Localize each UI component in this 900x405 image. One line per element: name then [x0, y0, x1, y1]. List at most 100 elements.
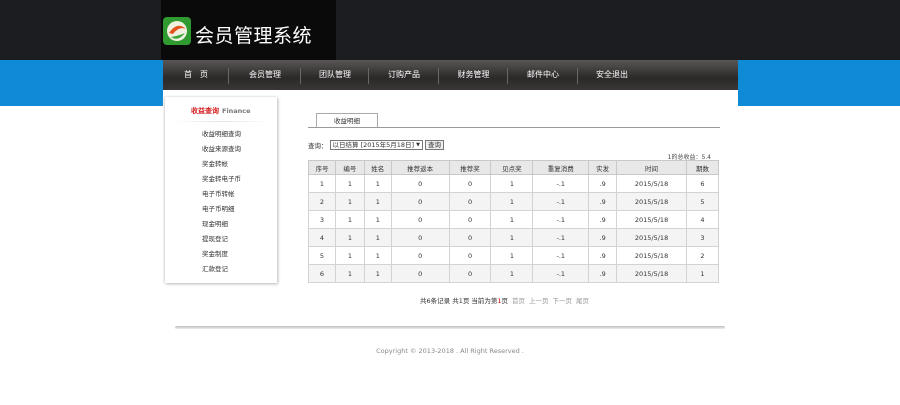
cell: 0 [448, 192, 492, 211]
cell: 0 [390, 192, 450, 211]
cell: 0 [390, 228, 450, 247]
cell: -.1 [532, 210, 590, 229]
cell: 2015/5/18 [616, 228, 687, 247]
cell: 4 [308, 228, 336, 247]
col-header: 时间 [616, 160, 687, 175]
cell: 1 [490, 210, 534, 229]
tab-income-detail[interactable]: 收益明细 [316, 113, 378, 128]
nav-products[interactable]: 订购产品 [369, 60, 439, 90]
table-row: 3 1 1 0 0 1 -.1.9 2015/5/18 4 [308, 210, 720, 229]
tab-underline [308, 127, 720, 128]
sidebar-item-ecoin-transfer[interactable]: 电子币转帐 [202, 189, 241, 199]
pager-next[interactable]: 下一页 [553, 295, 573, 305]
cell: .9 [588, 174, 618, 193]
pager-first[interactable]: 首页 [512, 295, 525, 305]
cell: 6 [685, 174, 720, 193]
sidebar-item-bonus-policy[interactable]: 奖金制度 [202, 249, 241, 259]
sidebar: 收益查询 Finance 收益明细查询 收益来源查询 奖金转帐 奖金转电子币 电子… [165, 97, 277, 283]
cell: 1 [363, 210, 392, 229]
col-header: 编号 [334, 160, 365, 175]
logo-icon [163, 17, 191, 45]
cell: 1 [490, 192, 534, 211]
cell: 6 [308, 264, 336, 283]
cell: -.1 [532, 192, 590, 211]
cell: 0 [390, 174, 450, 193]
col-header: 期数 [685, 160, 720, 175]
cell: 4 [685, 210, 720, 229]
col-header: 重复消费 [532, 160, 590, 175]
sidebar-item-bonus-transfer[interactable]: 奖金转帐 [202, 159, 241, 169]
nav-finance[interactable]: 财务管理 [439, 60, 508, 90]
nav-logout[interactable]: 安全退出 [578, 60, 646, 90]
cell: 2 [308, 192, 336, 211]
cell: -.1 [532, 264, 590, 283]
pagination: 共6条记录 共1页 当前为第1页 首页 上一页 下一页 尾页 [420, 295, 589, 305]
pager-summary: 共6条记录 共1页 当前为第1页 [420, 295, 508, 305]
cell: 1 [363, 264, 392, 283]
income-table: 序号 编号 姓名 推荐返本 推荐奖 见点奖 重复消费 实发 时间 期数 1110… [308, 160, 720, 283]
cell: 1 [334, 174, 365, 193]
nav-home[interactable]: 首 页 [163, 60, 229, 90]
cell: 0 [390, 264, 450, 283]
sidebar-item-ecoin-detail[interactable]: 电子币明细 [202, 204, 241, 214]
cell: 1 [490, 246, 534, 265]
app-title: 会员管理系统 [195, 25, 313, 47]
sidebar-list: 收益明细查询 收益来源查询 奖金转帐 奖金转电子币 电子币转帐 电子币明细 现金… [202, 129, 241, 279]
cell: 1 [308, 174, 336, 193]
cell: 1 [334, 192, 365, 211]
sidebar-heading-cn: 收益查询 [191, 107, 219, 115]
cell: .9 [588, 192, 618, 211]
table-row: 6 1 1 0 0 1 -.1.9 2015/5/18 1 [308, 264, 720, 283]
sidebar-item-income-detail[interactable]: 收益明细查询 [202, 129, 241, 139]
main-nav: 首 页 会员管理 团队管理 订购产品 财务管理 邮件中心 安全退出 [163, 60, 738, 90]
cell: 5 [685, 192, 720, 211]
cell: 0 [448, 210, 492, 229]
cell: 0 [448, 246, 492, 265]
nav-mail[interactable]: 邮件中心 [508, 60, 578, 90]
cell: 3 [685, 228, 720, 247]
cell: 0 [390, 246, 450, 265]
cell: 1 [490, 174, 534, 193]
cell: 2015/5/18 [616, 210, 687, 229]
cell: 1 [334, 210, 365, 229]
sidebar-item-bonus-to-ecoin[interactable]: 奖金转电子币 [202, 174, 241, 184]
table-row: 5 1 1 0 0 1 -.1.9 2015/5/18 2 [308, 246, 720, 265]
cell: 0 [448, 264, 492, 283]
cell: -.1 [532, 174, 590, 193]
pager-prev[interactable]: 上一页 [529, 295, 549, 305]
cell: 1 [334, 228, 365, 247]
cell: 1 [334, 264, 365, 283]
col-header: 实发 [588, 160, 618, 175]
cell: 0 [390, 210, 450, 229]
cell: 5 [308, 246, 336, 265]
col-header: 推荐奖 [448, 160, 492, 175]
sidebar-item-cash-detail[interactable]: 现金明细 [202, 219, 241, 229]
cell: 1 [363, 192, 392, 211]
nav-team[interactable]: 团队管理 [301, 60, 369, 90]
cell: .9 [588, 246, 618, 265]
table-header-row: 序号 编号 姓名 推荐返本 推荐奖 见点奖 重复消费 实发 时间 期数 [308, 160, 720, 175]
cell: .9 [588, 264, 618, 283]
table-row: 4 1 1 0 0 1 -.1.9 2015/5/18 3 [308, 228, 720, 247]
cell: 2015/5/18 [616, 246, 687, 265]
table-row: 1 1 1 0 0 1 -.1.9 2015/5/18 6 [308, 174, 720, 193]
cell: 1 [490, 264, 534, 283]
settlement-select-value: 以日结算 [2015年5月18日] [332, 141, 415, 149]
cell: -.1 [532, 246, 590, 265]
nav-members[interactable]: 会员管理 [229, 60, 301, 90]
sidebar-item-withdraw[interactable]: 提现登记 [202, 234, 241, 244]
query-label: 查询： [308, 142, 328, 150]
sidebar-item-remittance[interactable]: 汇款登记 [202, 264, 241, 274]
sidebar-divider [173, 121, 269, 122]
query-button[interactable]: 查询 [424, 140, 444, 150]
col-header: 序号 [308, 160, 336, 175]
sidebar-item-income-source[interactable]: 收益来源查询 [202, 144, 241, 154]
cell: 0 [448, 228, 492, 247]
cell: 1 [363, 228, 392, 247]
cell: 2015/5/18 [616, 192, 687, 211]
settlement-select[interactable]: 以日结算 [2015年5月18日] ▼ [329, 140, 423, 150]
copyright: Copyright © 2013-2018 . All Right Reserv… [376, 347, 524, 355]
pager-last[interactable]: 尾页 [576, 295, 589, 305]
cell: 2015/5/18 [616, 174, 687, 193]
sidebar-heading: 收益查询 Finance [191, 106, 251, 116]
